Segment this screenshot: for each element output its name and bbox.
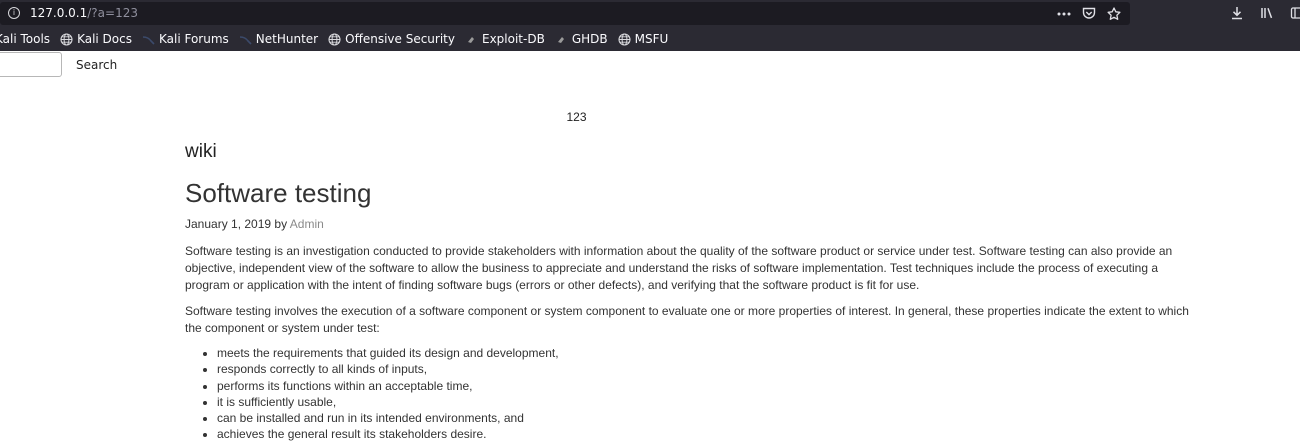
url-actions: [1056, 5, 1122, 22]
bookmark-label: Kali Tools: [0, 32, 50, 46]
url-bar[interactable]: i 127.0.0.1/?a=123: [0, 2, 1130, 25]
list-item: performs its functions within an accepta…: [217, 378, 1205, 394]
kali-icon: [239, 33, 252, 46]
main-content: wiki Software testing January 1, 2019 by…: [185, 140, 1205, 443]
list-item: responds correctly to all kinds of input…: [217, 361, 1205, 377]
list-item: can be installed and run in its intended…: [217, 410, 1205, 426]
site-info-icon[interactable]: i: [8, 7, 20, 19]
bookmark-offensive-security[interactable]: Offensive Security: [328, 29, 455, 49]
site-title: wiki: [185, 140, 1205, 164]
bookmark-label: Kali Forums: [159, 32, 229, 46]
kali-icon: [142, 33, 155, 46]
bookmark-kali-forums[interactable]: Kali Forums: [142, 29, 229, 49]
bookmark-kali-tools[interactable]: Kali Tools: [0, 29, 50, 49]
url-path: /?a=123: [87, 6, 138, 20]
more-actions-icon[interactable]: [1056, 6, 1072, 22]
bookmark-star-icon[interactable]: [1106, 6, 1122, 22]
bookmark-label: NetHunter: [256, 32, 318, 46]
exploit-db-icon: [555, 33, 568, 46]
list-item: achieves the general result its stakehol…: [217, 426, 1205, 442]
bookmark-label: MSFU: [635, 32, 669, 46]
bookmark-exploit-db[interactable]: Exploit-DB: [465, 29, 545, 49]
globe-icon: [618, 33, 631, 46]
exploit-db-icon: [465, 33, 478, 46]
query-echo: 123: [0, 110, 1153, 124]
bookmark-ghdb[interactable]: GHDB: [555, 29, 608, 49]
list-item: it is sufficiently usable,: [217, 394, 1205, 410]
post-paragraph: Software testing involves the execution …: [185, 303, 1205, 337]
bookmark-label: Exploit-DB: [482, 32, 545, 46]
bookmark-kali-docs[interactable]: Kali Docs: [60, 29, 132, 49]
sidebar-icon[interactable]: [1288, 4, 1300, 22]
post-paragraph: Software testing is an investigation con…: [185, 243, 1205, 294]
post-by: by: [274, 217, 287, 231]
url-host: 127.0.0.1: [30, 6, 87, 20]
bookmark-label: Offensive Security: [345, 32, 455, 46]
bookmark-nethunter[interactable]: NetHunter: [239, 29, 318, 49]
post-meta: January 1, 2019 by Admin: [185, 216, 1205, 232]
toolbar-right: [1228, 4, 1300, 22]
globe-icon: [328, 33, 341, 46]
bookmark-msfu[interactable]: MSFU: [618, 29, 669, 49]
navigation-toolbar: i 127.0.0.1/?a=123: [0, 0, 1300, 27]
properties-list: meets the requirements that guided its d…: [185, 345, 1205, 443]
author-link[interactable]: Admin: [290, 217, 324, 231]
library-icon[interactable]: [1258, 4, 1276, 22]
bookmarks-toolbar: Kali Tools Kali Docs Kali Forums NetHunt…: [0, 27, 1300, 51]
globe-icon: [60, 33, 73, 46]
post-title: Software testing: [185, 178, 1205, 208]
pocket-icon[interactable]: [1081, 6, 1097, 22]
bookmark-label: Kali Docs: [77, 32, 132, 46]
search-button[interactable]: Search: [68, 53, 125, 77]
post-date: January 1, 2019: [185, 217, 271, 231]
browser-chrome: i 127.0.0.1/?a=123: [0, 0, 1300, 51]
url-text[interactable]: 127.0.0.1/?a=123: [30, 6, 138, 21]
bookmark-label: GHDB: [572, 32, 608, 46]
downloads-icon[interactable]: [1228, 4, 1246, 22]
search-input[interactable]: [0, 52, 62, 77]
list-item: meets the requirements that guided its d…: [217, 345, 1205, 361]
